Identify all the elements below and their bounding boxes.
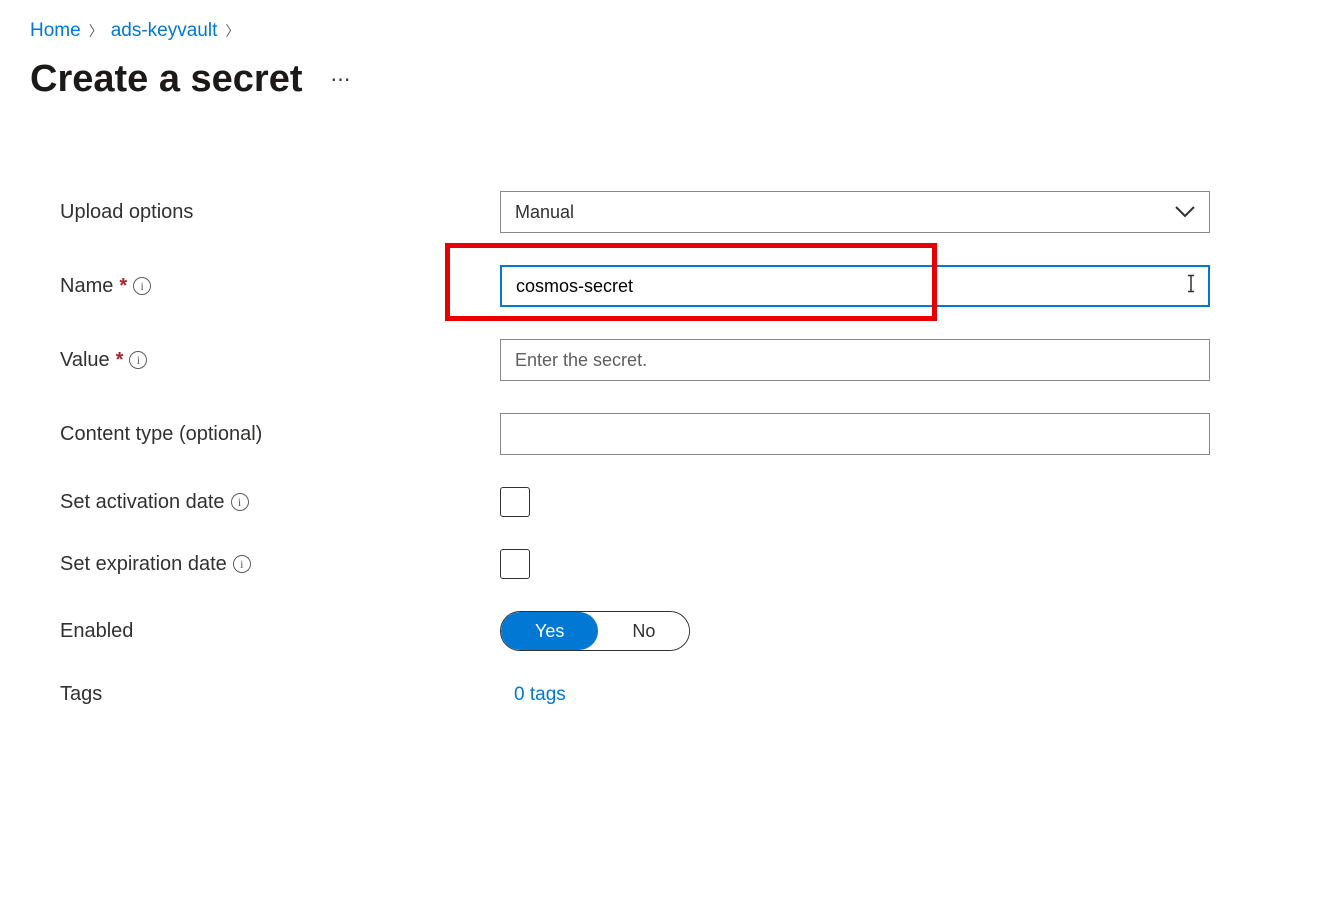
name-input-wrapper [500,265,1210,307]
text-cursor-icon [1186,275,1196,298]
info-icon[interactable]: i [231,493,249,511]
page-title: Create a secret [30,58,303,101]
chevron-down-icon [1175,202,1195,223]
more-options-button[interactable]: ⋯ [331,67,353,92]
upload-options-label: Upload options [60,201,193,224]
enabled-label: Enabled [60,620,133,643]
chevron-right-icon: 〉 [225,21,239,41]
breadcrumb-home[interactable]: Home [30,20,81,42]
content-type-label: Content type (optional) [60,423,262,446]
activation-date-label: Set activation date [60,491,225,514]
breadcrumb: Home 〉 ads-keyvault 〉 [30,20,1288,42]
expiration-date-label: Set expiration date [60,553,227,576]
tags-label: Tags [60,683,102,706]
activation-date-checkbox[interactable] [500,487,530,517]
name-input[interactable] [516,267,1194,305]
info-icon[interactable]: i [129,351,147,369]
expiration-date-checkbox[interactable] [500,549,530,579]
enabled-toggle: Yes No [500,611,690,651]
chevron-right-icon: 〉 [89,21,103,41]
value-input[interactable] [515,340,1195,380]
create-secret-form: Upload options Manual Name * i [30,191,1240,706]
enabled-no-option[interactable]: No [598,612,689,650]
required-indicator: * [116,349,124,372]
upload-options-select[interactable]: Manual [500,191,1210,233]
required-indicator: * [119,275,127,298]
breadcrumb-keyvault[interactable]: ads-keyvault [111,20,218,42]
info-icon[interactable]: i [133,277,151,295]
enabled-yes-option[interactable]: Yes [501,612,598,650]
info-icon[interactable]: i [233,555,251,573]
content-type-input[interactable] [515,414,1195,454]
value-label: Value [60,349,110,372]
content-type-input-wrapper [500,413,1210,455]
upload-options-value: Manual [515,202,574,223]
name-label: Name [60,275,113,298]
tags-link[interactable]: 0 tags [514,684,566,705]
value-input-wrapper [500,339,1210,381]
